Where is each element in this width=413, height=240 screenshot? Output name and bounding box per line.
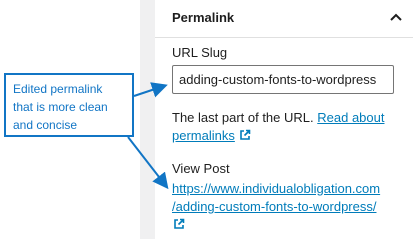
panel-title: Permalink <box>172 10 235 25</box>
external-link-icon[interactable] <box>173 218 185 230</box>
panel-divider <box>140 0 155 239</box>
annotation-callout: Edited permalink that is more clean and … <box>4 73 134 137</box>
help-text: The last part of the URL. <box>172 110 314 125</box>
url-line-2: /adding-custom-fonts-to-wordpress/ <box>172 199 377 214</box>
external-link-icon <box>240 129 251 140</box>
callout-text: Edited permalink that is more clean and … <box>13 82 108 132</box>
view-post-url[interactable]: https://www.individualobligation.com/add… <box>172 180 412 216</box>
url-line-1: https://www.individualobligation.com <box>172 181 381 196</box>
view-post-link[interactable]: https://www.individualobligation.com/add… <box>172 181 380 214</box>
link-text-2: permalinks <box>172 128 235 143</box>
permalink-panel-header[interactable]: Permalink <box>155 0 413 38</box>
url-slug-input[interactable] <box>172 65 394 94</box>
settings-sidebar: Permalink URL Slug The last part of the … <box>155 0 413 239</box>
view-post-label: View Post <box>172 161 230 176</box>
link-text-1: Read about <box>317 110 385 125</box>
slug-help-text: The last part of the URL. Read about perm… <box>172 109 402 145</box>
url-slug-label: URL Slug <box>172 45 228 60</box>
chevron-up-icon[interactable] <box>389 12 403 22</box>
